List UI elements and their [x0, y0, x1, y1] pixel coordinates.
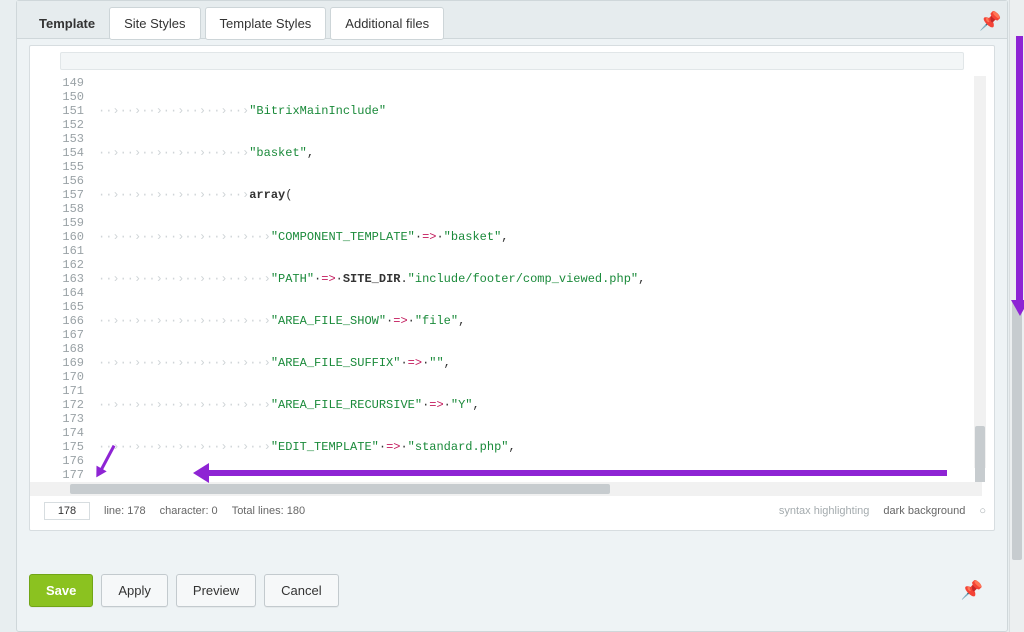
editor-panel: Template Site Styles Template Styles Add… [16, 0, 1008, 632]
code-view[interactable]: 149 150 151 152 153 154 155 156 157 158 … [38, 76, 986, 482]
annotation-arrow-long [207, 470, 947, 476]
editor-vscroll[interactable] [974, 76, 986, 468]
tab-template-styles[interactable]: Template Styles [205, 7, 327, 40]
status-bar: 178 line: 178 character: 0 Total lines: … [38, 500, 986, 522]
page-scrollbar-thumb[interactable] [1012, 300, 1022, 560]
save-button[interactable]: Save [29, 574, 93, 607]
editor-hscroll-thumb[interactable] [70, 484, 610, 494]
tab-additional-files[interactable]: Additional files [330, 7, 444, 40]
status-line-input[interactable]: 178 [44, 502, 90, 520]
tab-bar: Template Site Styles Template Styles Add… [17, 1, 1007, 39]
pin-icon[interactable]: 📌 [979, 11, 995, 27]
annotation-arrow-vertical [1016, 36, 1023, 302]
annotation-arrow-small [90, 444, 120, 474]
apply-button[interactable]: Apply [101, 574, 168, 607]
editor-vscroll-thumb[interactable] [975, 426, 985, 482]
status-line-label: line: 178 [104, 505, 146, 517]
dot-icon: ○ [979, 505, 986, 517]
code-editor[interactable]: 149 150 151 152 153 154 155 156 157 158 … [29, 45, 995, 531]
toggle-syntax-highlight[interactable]: syntax highlighting [779, 505, 870, 517]
tab-template[interactable]: Template [25, 8, 109, 39]
tab-site-styles[interactable]: Site Styles [109, 7, 200, 40]
preview-button[interactable]: Preview [176, 574, 256, 607]
cancel-button[interactable]: Cancel [264, 574, 338, 607]
toggle-dark-background[interactable]: dark background [883, 505, 965, 517]
code-body[interactable]: ··›··›··›··›··›··›··›"BitrixMainInclude"… [98, 76, 986, 482]
status-char-label: character: 0 [160, 505, 218, 517]
pin-bottom-icon[interactable]: 📌 [961, 580, 983, 601]
notice-bar [60, 52, 964, 70]
footer-buttons: Save Apply Preview Cancel [29, 574, 339, 607]
editor-hscroll[interactable] [30, 482, 982, 496]
status-total-label: Total lines: 180 [232, 505, 305, 517]
line-gutter: 149 150 151 152 153 154 155 156 157 158 … [38, 76, 90, 482]
